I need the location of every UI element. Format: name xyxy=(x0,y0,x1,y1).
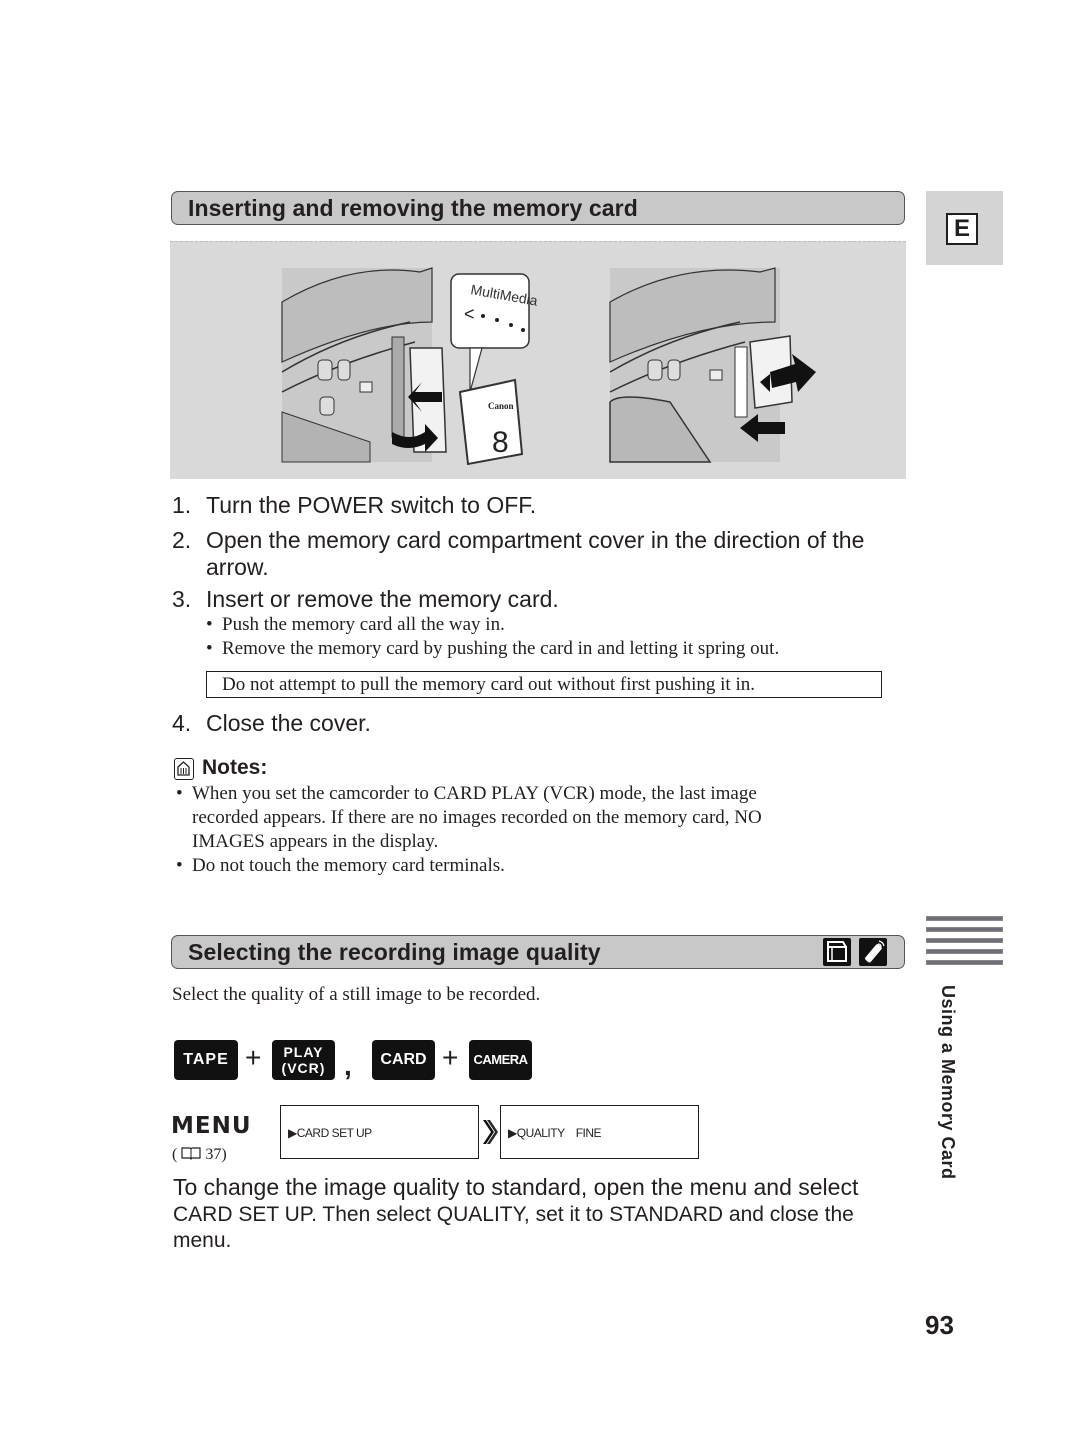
language-tab: E xyxy=(926,191,1003,265)
section-title: Inserting and removing the memory card xyxy=(188,195,638,221)
comma-separator: , xyxy=(344,1050,352,1081)
mode-tape: TAPE xyxy=(174,1040,238,1080)
mode-card: CARD xyxy=(372,1040,435,1080)
chapter-side-label: Using a Memory Card xyxy=(938,985,958,1180)
step-number: 1. xyxy=(172,492,192,518)
svg-text:<: < xyxy=(464,304,475,324)
card-brand: Canon xyxy=(488,401,514,411)
plus-sign: + xyxy=(442,1042,459,1073)
mode-play-vcr: PLAY (VCR) xyxy=(272,1040,335,1080)
note-text: When you set the camcorder to CARD PLAY … xyxy=(192,783,757,804)
card-insertion-illustration: MultiMedia < Canon 8 xyxy=(170,241,906,479)
bullet-text: Push the memory card all the way in. xyxy=(222,614,505,635)
note-text: IMAGES appears in the display. xyxy=(192,831,439,852)
note-text: recorded appears. If there are no images… xyxy=(192,807,762,828)
instruction-line: To change the image quality to standard,… xyxy=(173,1174,859,1200)
bullet-text: Remove the memory card by pushing the ca… xyxy=(222,638,780,659)
ref-paren: ( xyxy=(172,1146,178,1163)
section-title: Selecting the recording image quality xyxy=(188,939,601,965)
step-3: 3. Insert or remove the memory card. xyxy=(172,586,559,613)
step-number: 4. xyxy=(172,710,192,736)
quality-instruction: To change the image quality to standard,… xyxy=(173,1174,913,1254)
chapter-marker-lines xyxy=(926,916,1003,971)
step-4: 4. Close the cover. xyxy=(172,710,371,737)
camcorder-illustration: MultiMedia < Canon 8 xyxy=(281,267,816,466)
section-header-inserting: Inserting and removing the memory card xyxy=(171,191,905,225)
notes-title: Notes: xyxy=(202,756,268,779)
ref-page-number: 37) xyxy=(205,1146,227,1163)
step-number: 2. xyxy=(172,527,192,553)
note-text: Do not touch the memory card terminals. xyxy=(192,855,505,876)
notes-heading: Notes: xyxy=(174,756,267,780)
step-text-continued: arrow. xyxy=(206,554,269,580)
step-text: Open the memory card compartment cover i… xyxy=(206,527,865,553)
menu-label: MENU xyxy=(171,1113,252,1139)
double-chevron-right-icon xyxy=(482,1119,498,1150)
quality-intro: Select the quality of a still image to b… xyxy=(172,984,541,1005)
camcorder-remove-drawing xyxy=(609,267,816,463)
remote-control-icon xyxy=(859,938,887,966)
camcorder-insert-drawing: MultiMedia < Canon 8 xyxy=(281,267,539,466)
step-text: Close the cover. xyxy=(206,710,371,736)
book-icon xyxy=(181,1147,201,1160)
menu-step-card-setup: ▶CARD SET UP xyxy=(280,1105,479,1159)
menu-page-reference: ( 37) xyxy=(172,1146,227,1164)
plus-sign: + xyxy=(245,1042,262,1073)
bullet-item: • Remove the memory card by pushing the c… xyxy=(206,638,780,659)
mode-play-label: PLAY xyxy=(283,1044,324,1060)
menu-step-text: ▶CARD SET UP xyxy=(288,1126,372,1140)
camcorder-icon xyxy=(823,938,851,966)
card-capacity: 8 xyxy=(492,426,509,459)
step-number: 3. xyxy=(172,586,192,612)
mode-vcr-label: (VCR) xyxy=(281,1060,326,1076)
step-text: Insert or remove the memory card. xyxy=(206,586,559,612)
menu-step-text: ▶QUALITY FINE xyxy=(508,1126,602,1140)
page-number: 93 xyxy=(925,1310,954,1340)
menu-step-quality: ▶QUALITY FINE xyxy=(500,1105,699,1159)
bullet-item: • Push the memory card all the way in. xyxy=(206,614,505,635)
note-item: • Do not touch the memory card terminals. xyxy=(176,855,505,876)
mode-camera: CAMERA xyxy=(469,1040,532,1080)
step-text: Turn the POWER switch to OFF. xyxy=(206,492,537,518)
note-item: • When you set the camcorder to CARD PLAY… xyxy=(176,783,762,852)
notes-icon xyxy=(174,758,194,780)
section-header-image-quality: Selecting the recording image quality xyxy=(171,935,905,969)
instruction-line: CARD SET UP. Then select QUALITY, set it… xyxy=(173,1203,854,1226)
instruction-line: menu. xyxy=(173,1229,232,1252)
language-tab-letter: E xyxy=(946,213,978,245)
step-2: 2. Open the memory card compartment cover… xyxy=(172,527,864,581)
step-1: 1. Turn the POWER switch to OFF. xyxy=(172,492,536,519)
caution-box: Do not attempt to pull the memory card o… xyxy=(206,671,882,698)
